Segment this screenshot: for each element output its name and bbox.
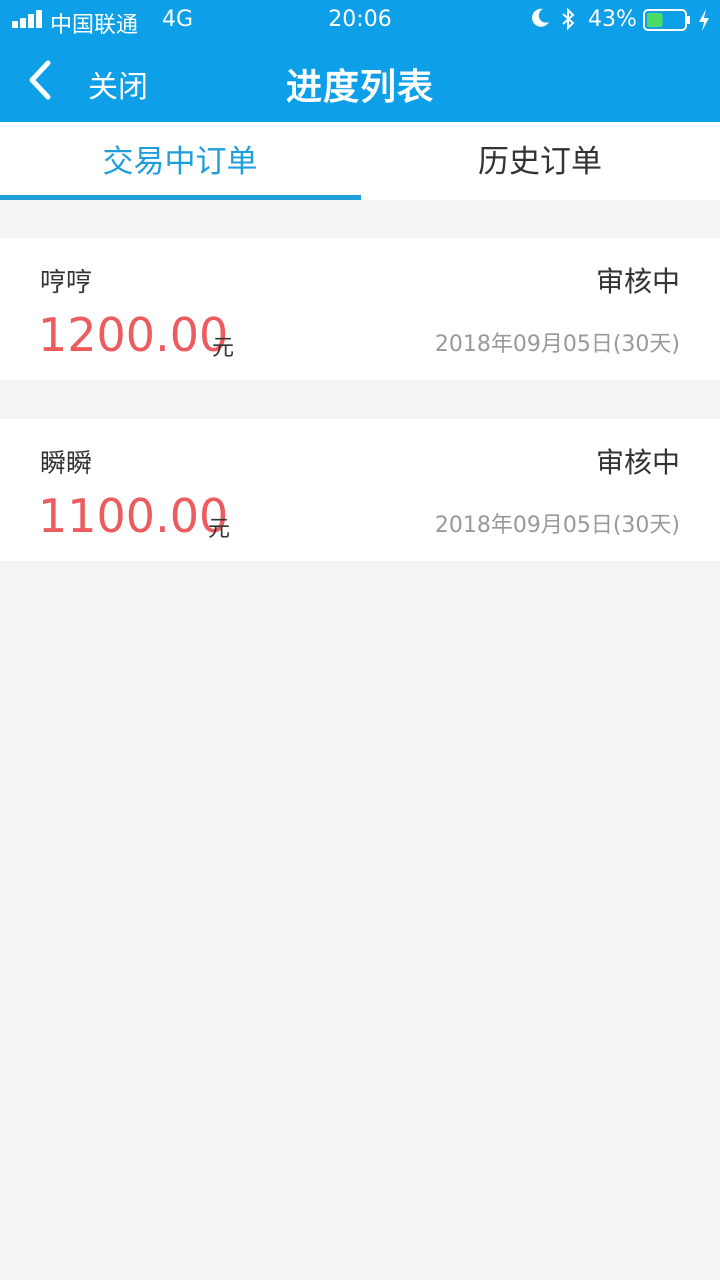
amount-unit: 元 — [208, 517, 231, 542]
order-date: 2018年09月05日(30天) — [434, 332, 680, 357]
order-name: 瞬瞬 — [40, 449, 93, 479]
order-amount: 1100.00 — [38, 489, 229, 543]
amount-unit: 元 — [212, 336, 235, 361]
page-title: 进度列表 — [285, 67, 434, 108]
order-card[interactable]: 哼哼 审核中 1200.00 元 2018年09月05日(30天) — [0, 238, 720, 380]
order-card[interactable]: 瞬瞬 审核中 1100.00 元 2018年09月05日(30天) — [0, 419, 720, 561]
order-name: 哼哼 — [40, 268, 93, 298]
moon-icon — [532, 8, 549, 27]
tab-trading-orders[interactable]: 交易中订单 — [0, 122, 360, 200]
status-bar: 中国联通 4G 20:06 43% — [0, 0, 720, 40]
order-date: 2018年09月05日(30天) — [434, 513, 680, 538]
header-bar: 中国联通 4G 20:06 43% 关闭 进度列表 — [0, 0, 720, 122]
order-status: 审核中 — [595, 446, 680, 479]
tab-bar: 交易中订单 历史订单 — [0, 122, 720, 200]
battery-percent: 43% — [588, 7, 637, 32]
active-tab-indicator — [0, 195, 361, 200]
battery-icon — [643, 9, 690, 31]
order-status: 审核中 — [595, 265, 680, 298]
bluetooth-icon — [562, 7, 575, 31]
tab-history-orders[interactable]: 历史订单 — [360, 122, 720, 200]
charging-icon — [699, 9, 709, 31]
order-amount: 1200.00 — [38, 308, 229, 362]
